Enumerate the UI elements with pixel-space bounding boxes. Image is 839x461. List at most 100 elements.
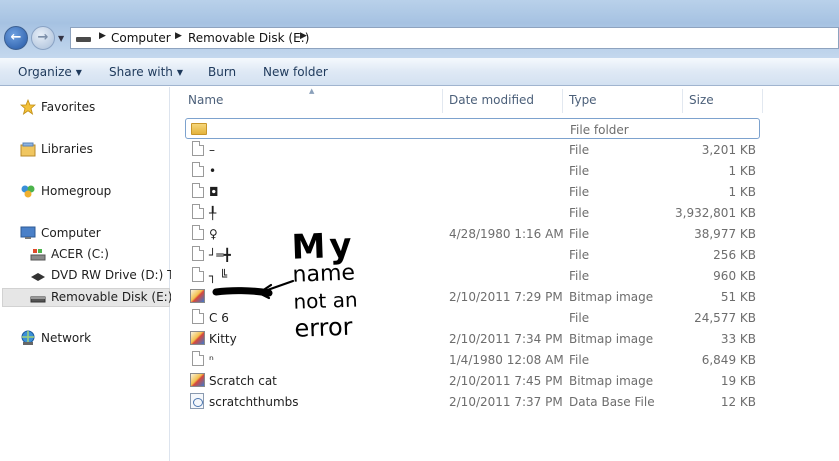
file-size: 24,577 KB — [694, 311, 756, 325]
database-icon — [190, 393, 206, 409]
back-arrow-icon: ← — [10, 30, 22, 45]
file-type: File — [569, 269, 590, 283]
breadcrumb-removable-disk[interactable]: Removable Disk (E:) — [188, 31, 309, 45]
breadcrumb-computer[interactable]: Computer — [111, 31, 171, 45]
computer-icon — [20, 226, 36, 239]
file-date-modified: 4/28/1980 1:16 AM — [449, 227, 564, 241]
chevron-down-icon: ▼ — [75, 68, 82, 77]
file-icon — [190, 309, 206, 325]
navigation-pane: Favorites Libraries Homegroup Computer A… — [0, 87, 187, 461]
file-row[interactable]: – File 3,201 KB — [185, 139, 760, 160]
dvd-drive-icon — [31, 273, 45, 281]
file-date-modified: 2/10/2011 7:37 PM — [449, 395, 563, 409]
file-name: Scratch cat — [209, 374, 277, 388]
file-icon — [190, 351, 206, 367]
removable-disk-icon — [30, 296, 46, 303]
file-icon — [190, 225, 206, 241]
file-icon — [190, 162, 206, 178]
burn-button[interactable]: Burn — [208, 65, 236, 79]
file-date-modified: 2/10/2011 7:29 PM — [449, 290, 563, 304]
file-row[interactable]: File folder — [185, 118, 760, 139]
file-row[interactable]: • File 1 KB — [185, 160, 760, 181]
sort-ascending-icon: ▲ — [309, 87, 315, 95]
arrow-icon — [257, 279, 295, 300]
recent-pages-dropdown[interactable]: ▼ — [58, 34, 64, 43]
file-date-modified: 2/10/2011 7:45 PM — [449, 374, 563, 388]
file-type: Bitmap image — [569, 290, 654, 304]
column-header-size[interactable]: Size — [689, 93, 714, 107]
bitmap-icon — [190, 372, 206, 388]
star-icon — [20, 99, 36, 115]
column-divider[interactable] — [682, 89, 683, 113]
file-type: File — [569, 311, 590, 325]
share-with-button[interactable]: Share with ▼ — [109, 65, 183, 79]
file-size: 1 KB — [728, 164, 756, 178]
file-name: ╀ — [209, 206, 217, 220]
bitmap-icon — [190, 288, 206, 304]
file-size: 3,201 KB — [701, 143, 756, 157]
file-icon — [190, 183, 206, 199]
file-list: ▲ Name Date modified Type Size File fold… — [171, 87, 839, 461]
column-header-type[interactable]: Type — [569, 93, 597, 107]
file-name: • — [209, 164, 217, 178]
column-header-date[interactable]: Date modified — [449, 93, 534, 107]
column-divider[interactable] — [562, 89, 563, 113]
file-row[interactable]: scratchthumbs 2/10/2011 7:37 PM Data Base … — [185, 391, 760, 412]
file-size: 33 KB — [720, 332, 756, 346]
file-size: 256 KB — [713, 248, 756, 262]
library-icon — [20, 142, 36, 157]
file-type: File — [569, 248, 590, 262]
file-name: scratchthumbs — [209, 395, 299, 409]
file-size: 51 KB — [720, 290, 756, 304]
file-size: 19 KB — [720, 374, 756, 388]
new-folder-button[interactable]: New folder — [263, 65, 328, 79]
file-type: File folder — [570, 123, 629, 137]
file-name: – — [209, 143, 215, 157]
file-row[interactable]: Scratch cat 2/10/2011 7:45 PM Bitmap image… — [185, 370, 760, 391]
file-icon — [190, 267, 206, 283]
file-type: File — [569, 185, 590, 199]
file-size: 3,932,801 KB — [675, 206, 756, 220]
file-type: File — [569, 164, 590, 178]
column-divider[interactable] — [762, 89, 763, 113]
breadcrumb-chevron-icon[interactable]: ▶ — [175, 31, 182, 41]
title-bar: ← → ▼ ▶ Computer ▶ Removable Disk (E:) ▶ — [0, 0, 839, 58]
file-type: File — [569, 353, 590, 367]
address-bar[interactable]: ▶ Computer ▶ Removable Disk (E:) ▶ — [70, 27, 839, 49]
file-size: 1 KB — [728, 185, 756, 199]
forward-arrow-icon: → — [37, 30, 49, 45]
column-divider[interactable] — [442, 89, 443, 113]
breadcrumb-chevron-icon[interactable]: ▶ — [300, 31, 307, 41]
network-icon — [21, 330, 35, 345]
file-row[interactable]: ╀ File 3,932,801 KB — [185, 202, 760, 223]
file-size: 960 KB — [713, 269, 756, 283]
forward-button[interactable]: → — [31, 26, 55, 50]
file-size: 12 KB — [720, 395, 756, 409]
file-icon — [190, 246, 206, 262]
file-type: File — [569, 143, 590, 157]
file-type: File — [569, 227, 590, 241]
drive-icon — [76, 37, 91, 42]
homegroup-icon — [21, 185, 35, 198]
file-size: 6,849 KB — [701, 353, 756, 367]
file-size: 38,977 KB — [694, 227, 756, 241]
file-row[interactable]: ◘ File 1 KB — [185, 181, 760, 202]
file-type: File — [569, 206, 590, 220]
file-type: Bitmap image — [569, 332, 654, 346]
file-date-modified: 1/4/1980 12:08 AM — [449, 353, 564, 367]
file-name: ◘ — [209, 185, 219, 199]
breadcrumb-chevron-icon[interactable]: ▶ — [99, 31, 106, 41]
folder-icon — [191, 121, 207, 137]
back-button[interactable]: ← — [4, 26, 28, 50]
file-icon — [190, 204, 206, 220]
file-type: Bitmap image — [569, 374, 654, 388]
file-icon — [190, 141, 206, 157]
bitmap-icon — [190, 330, 206, 346]
file-type: Data Base File — [569, 395, 655, 409]
windows-drive-icon — [30, 249, 46, 261]
annotation-text: My name not an error — [290, 225, 358, 343]
chevron-down-icon: ▼ — [176, 68, 184, 77]
column-header-name[interactable]: Name — [188, 93, 223, 107]
organize-button[interactable]: Organize ▼ — [18, 65, 82, 79]
command-bar: Organize ▼ Share with ▼ Burn New folder — [0, 58, 839, 86]
